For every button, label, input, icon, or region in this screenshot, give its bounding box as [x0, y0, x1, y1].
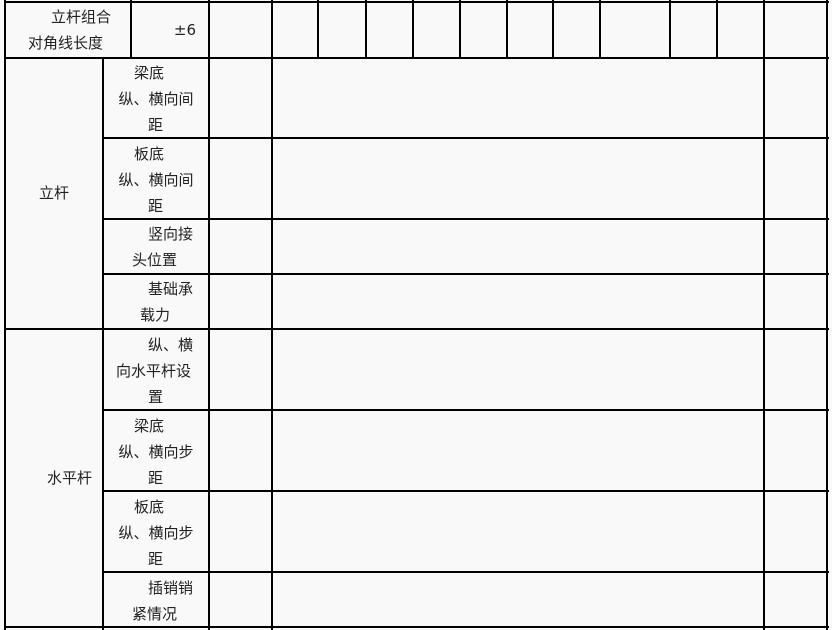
item-label: 立杆组合 对角线长度 [28, 8, 112, 52]
sub-item: 梁底 纵、横向间 距 [118, 64, 194, 134]
row-border [102, 218, 829, 220]
tolerance-value: ±6 [173, 21, 196, 39]
sub-item: 板底 纵、横向间 距 [118, 145, 194, 215]
row-border [4, 328, 829, 330]
row-border [4, 57, 829, 59]
sub-item: 插销销 紧情况 [132, 579, 194, 623]
col-border [763, 0, 765, 630]
col-border [317, 0, 319, 58]
col-border [552, 0, 554, 58]
row-border [102, 137, 829, 139]
col-border [365, 0, 367, 58]
col-border [826, 0, 828, 630]
row-border [102, 490, 829, 492]
col-border [716, 0, 718, 58]
group-label: 立杆 [38, 184, 69, 202]
sub-item: 板底 纵、横向步 距 [118, 498, 194, 568]
col-border [208, 0, 210, 630]
col-border [599, 0, 601, 58]
col-border [271, 0, 273, 630]
col-border [4, 0, 6, 630]
col-border [506, 0, 508, 58]
col-border [459, 0, 461, 58]
sub-item: 竖向接 头位置 [132, 225, 194, 269]
row-border [102, 409, 829, 411]
row-border [4, 1, 829, 3]
col-border [669, 0, 671, 58]
row-border [102, 273, 829, 275]
sub-item: 梁底 纵、横向步 距 [118, 417, 194, 487]
sub-item: 基础承 载力 [140, 280, 194, 324]
sub-item: 纵、横 向水平杆设 置 [116, 336, 194, 406]
row-border [102, 571, 829, 573]
col-border [412, 0, 414, 58]
group-label: 水平杆 [46, 469, 92, 487]
